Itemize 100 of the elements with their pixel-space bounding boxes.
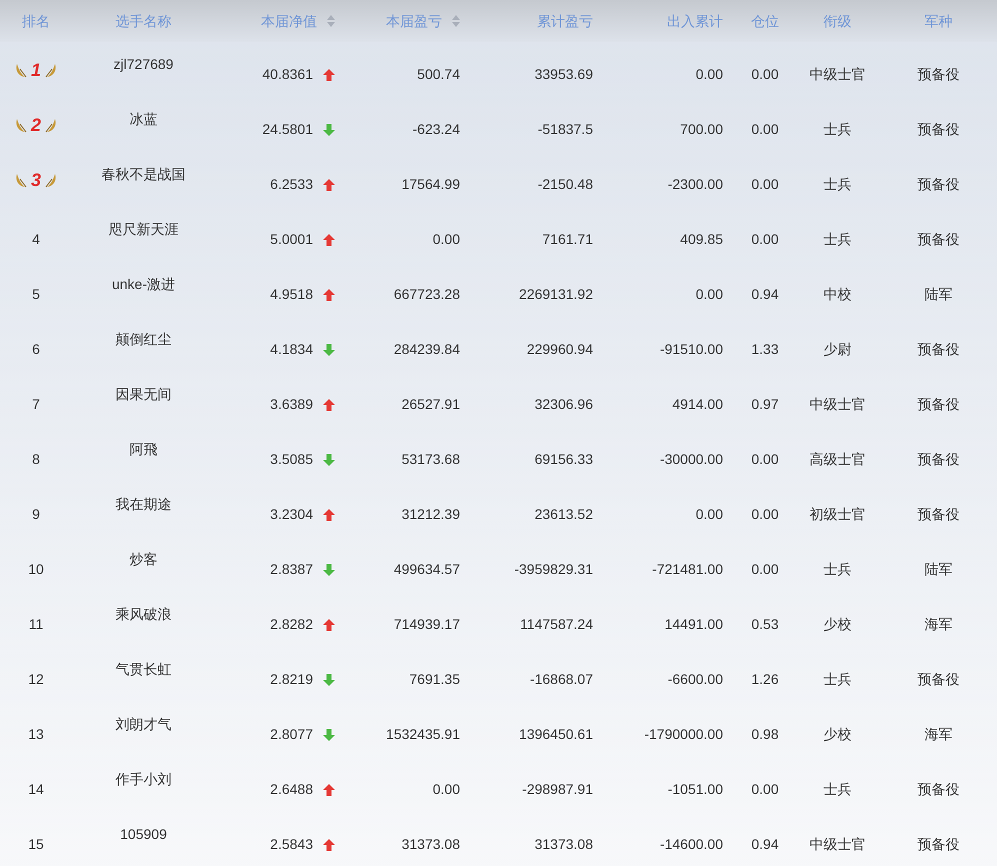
- table-cell-text: 0.53: [751, 615, 779, 634]
- table-cell-text: -1790000.00: [644, 725, 723, 744]
- table-cell-text: 预备役: [918, 120, 960, 139]
- table-cell-text: 预备役: [918, 340, 960, 359]
- table-cell-text: -14600.00: [660, 835, 723, 854]
- player-name[interactable]: 乘风破浪: [116, 604, 172, 625]
- table-cell-text: 0.00: [696, 65, 723, 84]
- player-name[interactable]: 炒客: [130, 549, 158, 570]
- rank-number: 6: [32, 340, 40, 359]
- rank-number: 9: [32, 505, 40, 524]
- column-header: 出入累计: [667, 12, 723, 30]
- table-cell-text: 53173.68: [402, 450, 460, 469]
- table-cell-text: 2.8387: [270, 560, 313, 579]
- table-cell-text: 7691.35: [409, 670, 460, 689]
- rank-medal: 3: [14, 170, 58, 190]
- table-cell-text: 2.6488: [270, 780, 313, 799]
- table-cell-text: 69156.33: [534, 450, 593, 469]
- table-cell-text: 士兵: [824, 670, 852, 689]
- table-cell-text: 1.26: [751, 670, 779, 689]
- table-cell-text: 预备役: [918, 65, 960, 84]
- player-name[interactable]: 气贯长虹: [116, 659, 172, 680]
- table-cell-text: 0.00: [696, 505, 723, 524]
- sort-icon[interactable]: [327, 15, 335, 27]
- table-cell-text: 14491.00: [664, 615, 723, 634]
- table-cell-text: 23613.52: [534, 505, 593, 524]
- table-cell-text: 0.00: [432, 780, 460, 799]
- table-cell-text: -2300.00: [668, 175, 723, 194]
- column-header: 累计盈亏: [537, 12, 593, 30]
- table-cell-text: 中级士官: [810, 835, 866, 854]
- player-name[interactable]: 作手小刘: [116, 769, 172, 790]
- table-cell-text: 667723.28: [394, 285, 460, 304]
- table-cell-text: 6.2533: [270, 175, 313, 194]
- table-cell-text: 33953.69: [534, 65, 593, 84]
- rank-medal: 1: [14, 60, 58, 80]
- table-cell-text: 500.74: [417, 65, 460, 84]
- player-name[interactable]: 咫尺新天涯: [108, 219, 178, 240]
- table-cell-text: 26527.91: [402, 395, 460, 414]
- table-cell-text: 0.00: [751, 230, 779, 249]
- table-cell-text: 预备役: [918, 230, 960, 249]
- table-cell-text: 7161.71: [542, 230, 593, 249]
- table-cell-text: 714939.17: [394, 615, 460, 634]
- table-cell-text: 少校: [824, 615, 852, 634]
- player-name[interactable]: 105909: [120, 824, 167, 845]
- table-cell-text: 40.8361: [262, 65, 313, 84]
- table-cell-text: 陆军: [924, 285, 952, 304]
- table-cell-text: 预备役: [918, 780, 960, 799]
- table-cell-text: 中校: [824, 285, 852, 304]
- table-cell-text: 士兵: [824, 560, 852, 579]
- rank-number: 4: [32, 230, 40, 249]
- table-cell-text: 4.1834: [270, 340, 313, 359]
- player-name[interactable]: unke-激进: [112, 274, 176, 295]
- table-cell-text: 海军: [924, 615, 952, 634]
- table-cell-text: 士兵: [824, 120, 852, 139]
- player-name[interactable]: 冰蓝: [130, 109, 158, 130]
- table-cell-text: 中级士官: [810, 65, 866, 84]
- player-name[interactable]: zjl727689: [114, 54, 174, 75]
- table-cell-text: 陆军: [924, 560, 952, 579]
- player-name[interactable]: 因果无间: [116, 384, 172, 405]
- table-cell-text: 0.00: [696, 285, 723, 304]
- rank-number: 10: [28, 560, 44, 579]
- table-cell-text: 2.8282: [270, 615, 313, 634]
- table-cell-text: 409.85: [680, 230, 723, 249]
- table-cell-text: 预备役: [918, 395, 960, 414]
- rank-number: 11: [28, 615, 44, 634]
- table-cell-text: 少尉: [824, 340, 852, 359]
- table-cell-text: 3.2304: [270, 505, 313, 524]
- table-cell-text: 士兵: [824, 780, 852, 799]
- player-name[interactable]: 春秋不是战国: [102, 164, 186, 185]
- player-name[interactable]: 阿飛: [130, 439, 158, 460]
- table-cell-text: 0.00: [751, 780, 779, 799]
- table-cell-text: -1051.00: [668, 780, 723, 799]
- sort-icon[interactable]: [452, 15, 460, 27]
- rank-number: 7: [32, 395, 40, 414]
- rank-medal: 2: [14, 114, 58, 134]
- table-cell-text: 0.00: [751, 560, 779, 579]
- table-cell-text: 0.00: [751, 175, 779, 194]
- table-cell-text: 0.98: [751, 725, 779, 744]
- player-name[interactable]: 我在期途: [116, 494, 172, 515]
- table-cell-text: 士兵: [824, 175, 852, 194]
- table-cell-text: 284239.84: [394, 340, 460, 359]
- table-cell-text: 4.9518: [270, 285, 313, 304]
- table-cell-text: 2269131.92: [519, 285, 593, 304]
- table-cell-text: 2.8219: [270, 670, 313, 689]
- table-cell-text: 预备役: [918, 835, 960, 854]
- table-cell-text: 中级士官: [810, 395, 866, 414]
- player-name[interactable]: 颠倒红尘: [116, 329, 172, 350]
- column-header: 排名: [22, 12, 50, 30]
- table-cell-text: 31212.39: [402, 505, 460, 524]
- table-cell-text: -91510.00: [660, 340, 723, 359]
- table-cell-text: 少校: [824, 725, 852, 744]
- table-cell-text: 预备役: [918, 175, 960, 194]
- table-cell-text: 初级士官: [810, 505, 866, 524]
- rank-number: 8: [32, 450, 40, 469]
- table-cell-text: 0.94: [751, 285, 779, 304]
- table-cell-text: 预备役: [918, 450, 960, 469]
- player-name[interactable]: 刘朗才气: [116, 714, 172, 735]
- table-cell-text: 预备役: [918, 505, 960, 524]
- table-cell-text: -3959829.31: [514, 560, 593, 579]
- table-cell-text: -30000.00: [660, 450, 723, 469]
- table-cell-text: 0.00: [751, 120, 779, 139]
